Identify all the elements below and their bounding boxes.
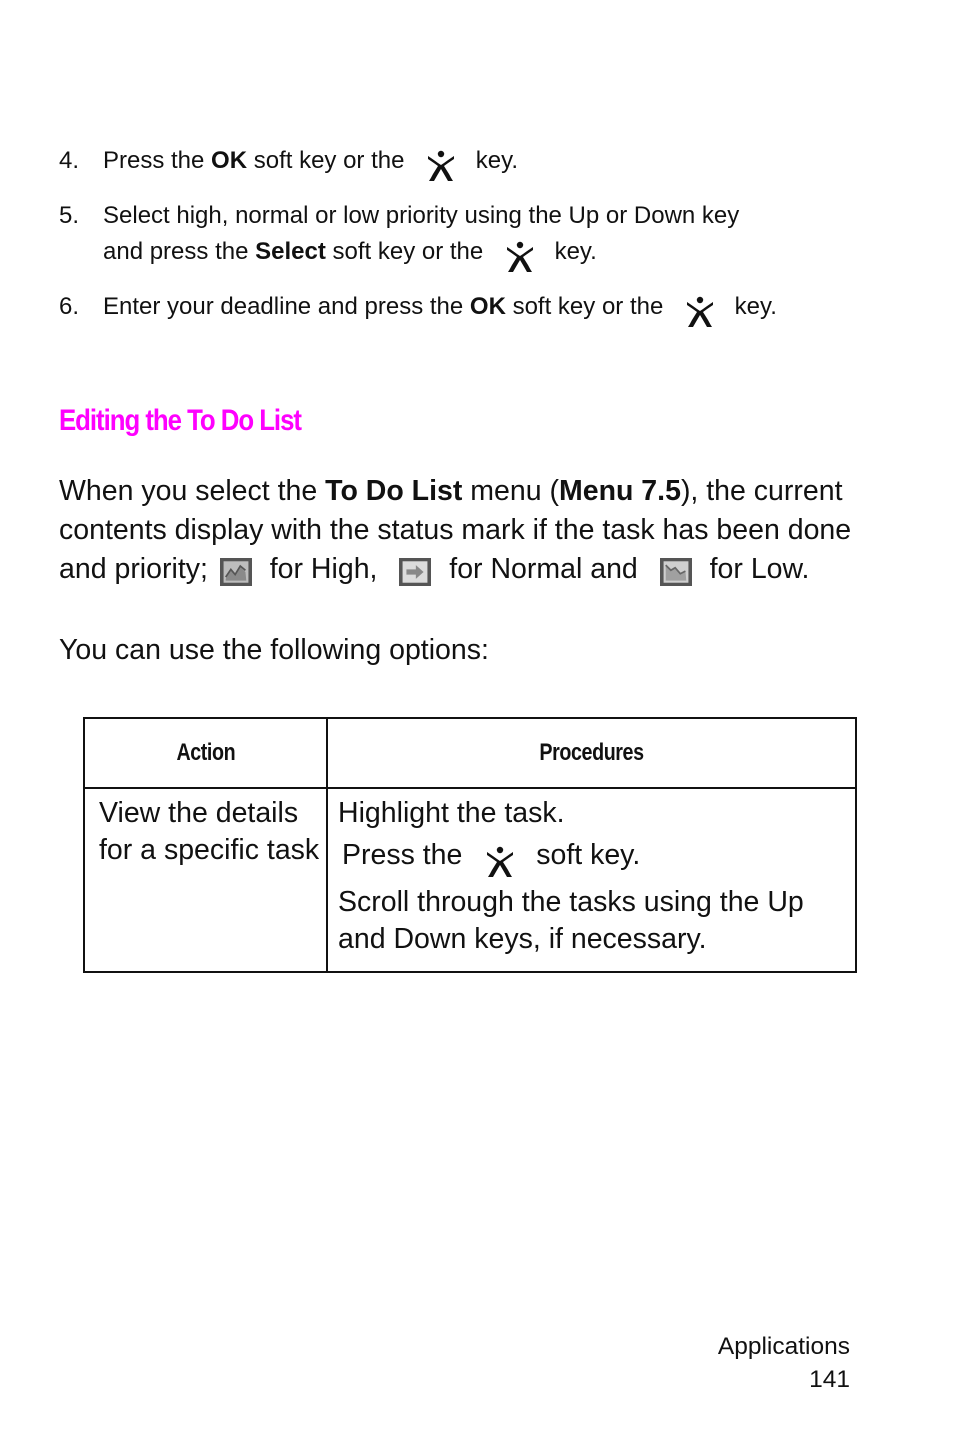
header-procedures: Procedures [326, 717, 857, 789]
table-row: View the details for a specific task Hig… [83, 787, 857, 973]
step-number: 5. [59, 202, 80, 229]
step-number: 6. [59, 293, 80, 320]
menu-name: To Do List [325, 475, 463, 507]
menu-number: Menu 7.5 [558, 475, 681, 507]
step-text: Enter your deadline and press the [103, 293, 470, 320]
paragraph-text: menu ( [462, 475, 559, 507]
procedure-text: Press the [342, 839, 471, 871]
step-4: 4. Press the OK soft key or the key. [59, 143, 518, 182]
step-number: 4. [59, 147, 80, 174]
footer-section-name: Applications [717, 1333, 850, 1360]
page-number: 141 [809, 1366, 850, 1393]
priority-normal-icon [399, 558, 432, 586]
step-bold-term: OK [469, 293, 506, 320]
step-text: Select high, normal or low priority usin… [103, 202, 740, 229]
step-6: 6. Enter your deadline and press the OK s… [59, 289, 777, 328]
options-intro: You can use the following options: [59, 634, 489, 666]
step-bold-term: OK [211, 147, 248, 174]
section-heading: Editing the To Do List [59, 404, 302, 437]
procedures-cell: Highlight the task. Press the soft key. … [326, 787, 857, 973]
step-text: soft key or the [247, 147, 412, 174]
paragraph-text: for Normal and [441, 553, 646, 585]
step-text: key. [469, 147, 519, 174]
section-paragraph: When you select the To Do List menu (Men… [59, 472, 889, 589]
step-5-line-2: and press the Select soft key or the key… [103, 234, 597, 273]
step-5: 5. Select high, normal or low priority us… [59, 198, 739, 234]
procedure-text: soft key. [528, 839, 641, 871]
priority-high-icon [219, 558, 252, 586]
center-key-icon [484, 844, 516, 878]
header-label: Procedures [539, 739, 644, 766]
step-text: soft key or the [505, 293, 670, 320]
step-bold-term: Select [255, 238, 326, 265]
paragraph-text: for Low. [701, 553, 810, 585]
paragraph-text: When you select the [59, 475, 326, 507]
options-table: Action Procedures View the details for a… [83, 717, 857, 973]
step-text: and press the [103, 238, 256, 265]
procedure-step: Highlight the task. [338, 797, 565, 829]
step-text: key. [547, 238, 597, 265]
step-text: key. [727, 293, 777, 320]
action-cell: View the details for a specific task [83, 787, 328, 973]
center-key-icon [425, 148, 457, 182]
step-text: soft key or the [325, 238, 490, 265]
paragraph-text: for High, [261, 553, 386, 585]
procedure-step: Press the soft key. [338, 837, 845, 878]
center-key-icon [684, 294, 716, 328]
header-action: Action [83, 717, 328, 789]
center-key-icon [504, 239, 536, 273]
table-header-row: Action Procedures [83, 717, 857, 789]
page-footer: Applications 141 [718, 1330, 850, 1396]
priority-low-icon [659, 558, 692, 586]
header-label: Action [176, 739, 235, 766]
procedure-step: Scroll through the tasks using the Up an… [338, 886, 804, 955]
step-text: Press the [103, 147, 212, 174]
